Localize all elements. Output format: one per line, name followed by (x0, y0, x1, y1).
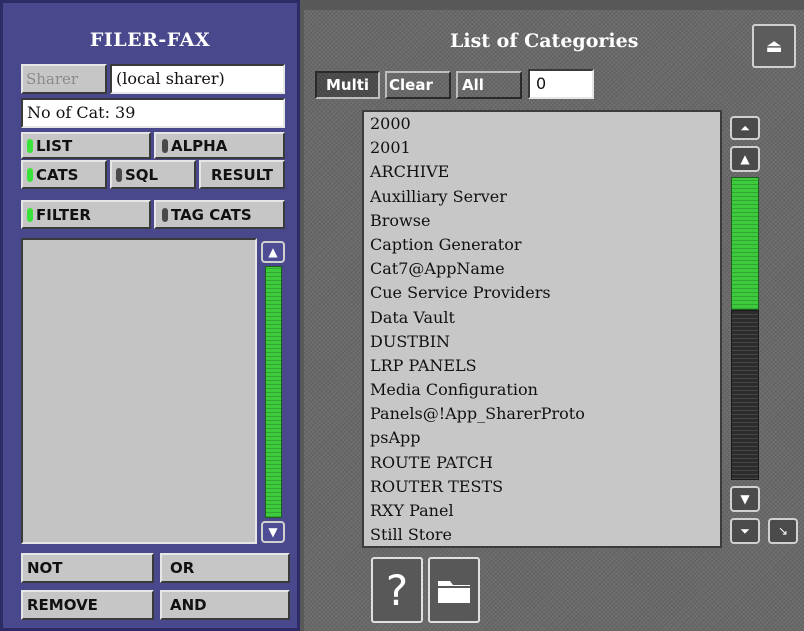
help-icon[interactable]: ? (371, 557, 423, 623)
tag-cats-toggle-button[interactable]: TAG CATS (154, 200, 285, 229)
categories-title: List of Categories (450, 30, 639, 52)
category-list-item[interactable]: 2000 (364, 112, 720, 136)
filter-led-icon (27, 207, 33, 222)
category-list-item[interactable]: Caption Generator (364, 233, 720, 257)
scroll-top-icon[interactable]: ⏶ (730, 116, 760, 140)
list-label: LIST (36, 136, 73, 155)
category-list-item[interactable]: Panels@!App_SharerProto (364, 402, 720, 426)
scrollbar-thumb[interactable] (731, 177, 759, 310)
sql-led-icon (116, 167, 122, 182)
cats-toggle-button[interactable]: CATS (21, 160, 107, 189)
category-list-item[interactable]: ARCHIVE (364, 160, 720, 184)
folder-glyph-icon (438, 581, 470, 603)
resize-corner-icon[interactable]: ↘ (768, 518, 798, 544)
not-button[interactable]: NOT (21, 553, 154, 583)
sql-toggle-button[interactable]: SQL (110, 160, 196, 189)
category-list-item[interactable]: Cue Service Providers (364, 281, 720, 305)
filter-list-box[interactable] (21, 238, 257, 544)
sharer-field[interactable]: (local sharer) (110, 64, 285, 94)
filter-label: FILTER (36, 205, 91, 224)
or-button[interactable]: OR (160, 553, 290, 583)
category-list-item[interactable]: psApp (364, 426, 720, 450)
multi-button[interactable]: Multi (315, 71, 380, 99)
scrollbar-track[interactable] (731, 310, 759, 480)
category-list[interactable]: 2000 2001 ARCHIVE Auxilliary Server Browse Ca… (362, 110, 722, 548)
all-button[interactable]: All (456, 71, 522, 99)
count-field[interactable]: 0 (528, 69, 594, 99)
category-list-item[interactable]: Data Vault (364, 306, 720, 330)
list-led-icon (27, 138, 33, 153)
category-list-item[interactable]: LRP PANELS (364, 354, 720, 378)
category-list-item[interactable]: ROUTER TESTS (364, 475, 720, 499)
left-scrollbar-track[interactable] (265, 266, 282, 518)
category-list-item[interactable]: DUSTBIN (364, 330, 720, 354)
alpha-label: ALPHA (171, 136, 228, 155)
eject-icon[interactable]: ⏏ (752, 24, 796, 68)
sharer-button[interactable]: Sharer (21, 64, 107, 94)
list-toggle-button[interactable]: LIST (21, 132, 151, 159)
alpha-led-icon (162, 138, 168, 153)
scroll-up-icon[interactable]: ▲ (261, 241, 285, 263)
cats-led-icon (27, 167, 33, 182)
tag-cats-label: TAG CATS (171, 205, 252, 224)
result-button[interactable]: RESULT (199, 160, 285, 189)
folder-icon[interactable] (428, 557, 480, 623)
category-list-item[interactable]: Still Store (364, 523, 720, 546)
clear-button[interactable]: Clear (385, 71, 451, 99)
category-list-item[interactable]: RXY Panel (364, 499, 720, 523)
remove-button[interactable]: REMOVE (21, 590, 154, 620)
and-button[interactable]: AND (160, 590, 290, 620)
scroll-down-icon[interactable]: ▼ (261, 521, 285, 543)
tag-cats-led-icon (162, 207, 168, 222)
category-list-item[interactable]: Auxilliary Server (364, 185, 720, 209)
sql-label: SQL (125, 165, 159, 184)
category-list-item[interactable]: 2001 (364, 136, 720, 160)
category-list-item[interactable]: Cat7@AppName (364, 257, 720, 281)
category-list-item[interactable]: Browse (364, 209, 720, 233)
filter-toggle-button[interactable]: FILTER (21, 200, 151, 229)
scroll-up-icon[interactable]: ▲ (730, 146, 760, 172)
category-list-item[interactable]: ROUTE PATCH (364, 451, 720, 475)
category-count: No of Cat: 39 (21, 98, 285, 128)
scroll-bottom-icon[interactable]: ⏷ (730, 518, 760, 544)
panel-title: FILER-FAX (89, 29, 211, 51)
alpha-toggle-button[interactable]: ALPHA (154, 132, 285, 159)
category-list-item[interactable]: Media Configuration (364, 378, 720, 402)
scroll-down-icon[interactable]: ▼ (730, 486, 760, 512)
cats-label: CATS (36, 165, 79, 184)
